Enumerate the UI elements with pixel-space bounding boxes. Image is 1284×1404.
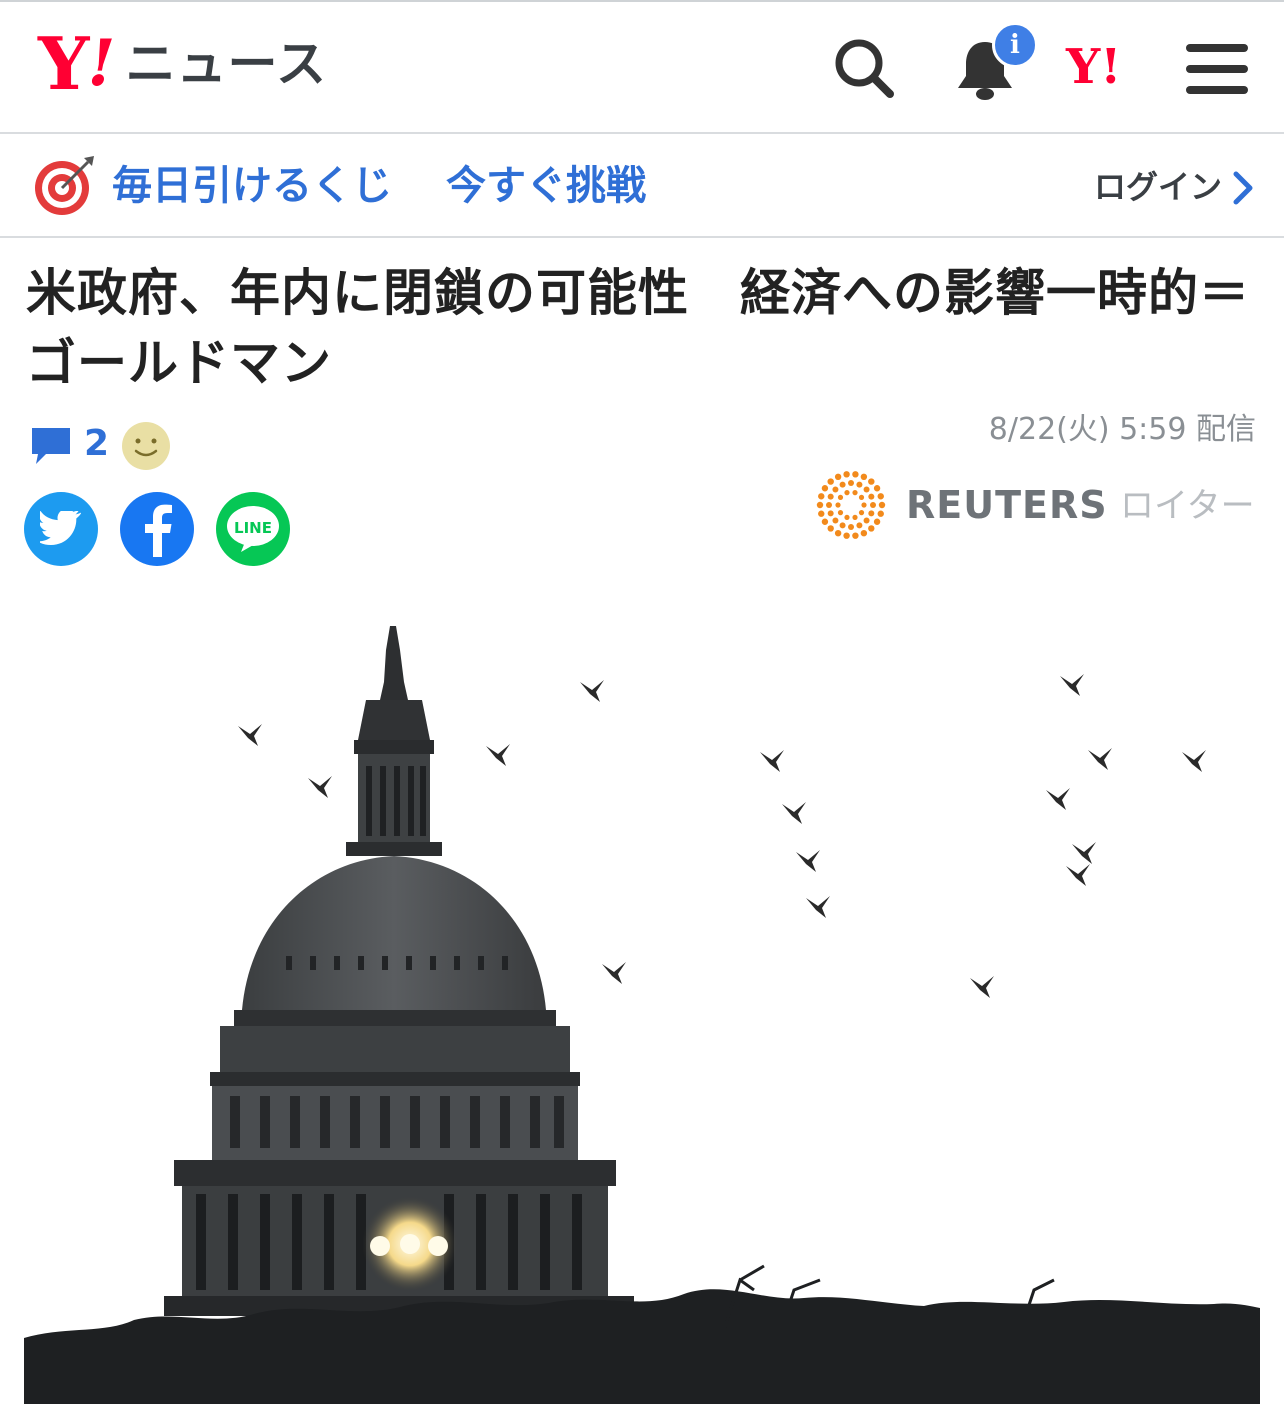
facebook-icon: [145, 504, 172, 557]
smile-icon[interactable]: [120, 420, 172, 472]
line-share-button[interactable]: LINE: [216, 492, 290, 566]
twitter-share-button[interactable]: [24, 492, 98, 566]
promo-label[interactable]: 毎日引けるくじ: [112, 158, 392, 214]
promo-cta-link[interactable]: 今すぐ挑戦: [446, 158, 646, 214]
target-icon: [35, 156, 94, 215]
logo-mark: Y: [38, 21, 89, 106]
capitol-silhouette-image: [24, 590, 1260, 1404]
login-link[interactable]: ログイン: [1094, 164, 1222, 210]
twitter-icon: [40, 511, 81, 546]
search-icon[interactable]: [832, 36, 896, 100]
logo-text: ニュース: [125, 35, 327, 93]
article-photo[interactable]: [24, 590, 1260, 1404]
article-title: 米政府、年内に閉鎖の可能性 経済への影響一時的＝ゴールドマン: [26, 264, 1250, 392]
comment-icon[interactable]: [28, 424, 74, 468]
notice-badge[interactable]: i: [992, 22, 1038, 68]
line-label: LINE: [234, 519, 272, 537]
yahoo-home-link[interactable]: Y!: [1066, 42, 1121, 92]
yahoo-news-logo[interactable]: Y ! ニュース: [38, 28, 327, 100]
publish-date: 8/22(火) 5:59 配信: [988, 412, 1256, 447]
source-kana[interactable]: ロイター: [1120, 482, 1255, 530]
facebook-share-button[interactable]: [120, 492, 194, 566]
chevron-right-icon[interactable]: [1228, 170, 1258, 206]
site-header: Y ! ニュース i Y!: [0, 2, 1284, 134]
source-name[interactable]: REUTERS: [906, 480, 1108, 530]
comment-count[interactable]: 2: [84, 420, 109, 468]
logo-bang: !: [87, 26, 116, 101]
menu-icon[interactable]: [1186, 42, 1248, 96]
reuters-logo[interactable]: [814, 470, 888, 540]
line-icon: LINE: [227, 506, 279, 552]
